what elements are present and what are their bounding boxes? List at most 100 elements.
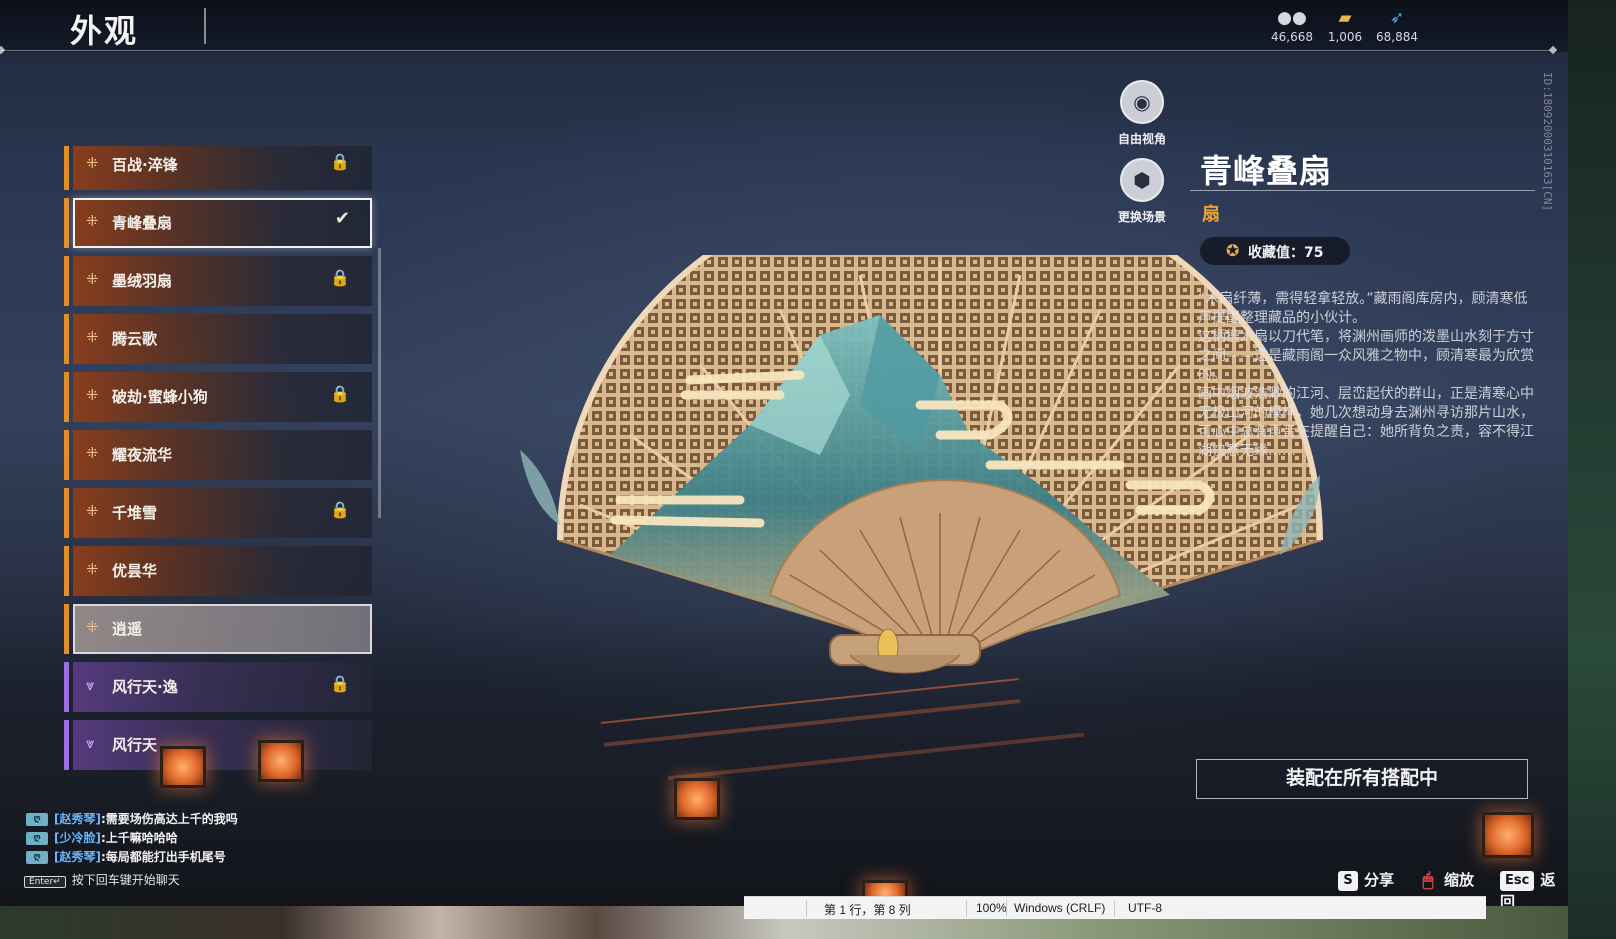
appearance-item[interactable]: ⁜ 墨绒羽扇 🔒 — [64, 256, 372, 306]
title-separator — [204, 8, 206, 44]
chat-enter-hint[interactable]: Enter↵ 按下回车键开始聊天 — [24, 871, 180, 888]
item-type: 扇 — [1202, 204, 1220, 225]
rarity-bar — [64, 314, 69, 364]
rarity-icon: ⩔ — [86, 734, 95, 752]
rarity-icon: ⁜ — [86, 270, 99, 288]
rarity-icon: ⁜ — [86, 154, 99, 172]
chat-line: ღ [少冷脸]:上千嘛哈哈哈 — [26, 829, 178, 847]
status-divider — [966, 900, 967, 917]
rarity-bar — [64, 146, 69, 190]
item-name: 青峰叠扇 — [112, 214, 173, 232]
rarity-bar — [64, 546, 69, 596]
ticket-icon: ▰ — [1338, 8, 1352, 28]
appearance-item[interactable]: ⁜ 耀夜流华 — [64, 430, 372, 480]
appearance-item[interactable]: ⩔ 风行天 — [64, 720, 372, 770]
desc-paragraph: 画中烟波浩渺的江河、层峦起伏的群山，正是清寒心中无极山河的模样，她几次想动身去渊… — [1198, 386, 1534, 459]
chat-message: 每局都能打出手机尾号 — [105, 850, 226, 864]
share-hotkey[interactable]: S 分享 — [1338, 869, 1394, 891]
title-underline — [1190, 190, 1535, 191]
currency-feather: ➶ 68,884 — [1367, 8, 1427, 44]
status-divider — [1114, 900, 1115, 917]
item-name: 墨绒羽扇 — [112, 272, 173, 290]
background-window-edge — [1568, 0, 1616, 939]
enter-key-icon: Enter↵ — [24, 876, 66, 888]
appearance-item[interactable]: ⁜ 青峰叠扇 ✔ — [64, 198, 372, 248]
appearance-item[interactable]: ⁜ 腾云歌 — [64, 314, 372, 364]
top-divider — [0, 50, 1554, 51]
chat-line: ღ [赵秀琴]:每局都能打出手机尾号 — [26, 848, 226, 866]
zoom-hotkey[interactable]: 🖱 缩放 — [1418, 869, 1474, 891]
rarity-bar — [64, 256, 69, 306]
chat-sender[interactable]: [赵秀琴] — [54, 812, 101, 826]
check-icon: ✔ — [334, 208, 350, 229]
channel-icon: ღ — [26, 832, 48, 845]
share-label: 分享 — [1364, 871, 1395, 889]
back-hotkey[interactable]: Esc 返回 — [1500, 869, 1568, 906]
appearance-item[interactable]: ⁜ 优昙华 — [64, 546, 372, 596]
chat-line: ღ [赵秀琴]:需要场伤高达上千的我吗 — [26, 810, 238, 828]
item-name: 千堆雪 — [112, 504, 158, 522]
rarity-icon: ⁜ — [86, 618, 99, 636]
equip-all-button[interactable]: 装配在所有搭配中 — [1196, 759, 1528, 799]
item-name: 腾云歌 — [112, 330, 158, 348]
item-name: 百战·淬锋 — [112, 156, 178, 174]
player-id: ID:1809200031016З[CN] — [1541, 72, 1554, 212]
appearance-item[interactable]: ⁜ 百战·淬锋 🔒 — [64, 146, 372, 190]
chat-sender[interactable]: [少冷脸] — [54, 831, 101, 845]
item-name: 风行天·逸 — [112, 678, 178, 696]
free-view-button[interactable]: ◉ 自由视角 — [1112, 80, 1172, 147]
rarity-bar — [64, 198, 69, 248]
rarity-bar — [64, 604, 69, 654]
appearance-item[interactable]: ⩔ 风行天·逸 🔒 — [64, 662, 372, 712]
zoom-level: 100% — [976, 901, 1007, 915]
cursor-position: 第 1 行，第 8 列 — [824, 903, 911, 917]
change-scene-button[interactable]: ⬢ 更换场景 — [1112, 158, 1172, 225]
currency-ticket: ▰ 1,006 — [1315, 8, 1375, 44]
rarity-bar — [64, 662, 69, 712]
item-name: 耀夜流华 — [112, 446, 173, 464]
coin-icon: ●● — [1277, 8, 1307, 28]
chat-message: 需要场伤高达上千的我吗 — [105, 812, 238, 826]
rarity-icon: ⁜ — [86, 560, 99, 578]
lantern — [160, 746, 206, 788]
top-bar: 外观 ●● 46,668 ▰ 1,006 ➶ 68,884 — [0, 0, 1568, 52]
collection-value: 收藏值：75 — [1248, 245, 1324, 261]
rarity-bar — [64, 720, 69, 770]
lock-icon: 🔒 — [330, 500, 350, 519]
camera-icon: ◉ — [1120, 80, 1164, 124]
lantern — [674, 778, 720, 820]
file-encoding: UTF-8 — [1128, 901, 1162, 915]
lock-icon: 🔒 — [330, 152, 350, 171]
rarity-icon: ⩔ — [86, 676, 95, 694]
rarity-icon: ⁜ — [86, 386, 99, 404]
lantern — [258, 740, 304, 782]
channel-icon: ღ — [26, 813, 48, 826]
appearance-item[interactable]: ⁜ 千堆雪 🔒 — [64, 488, 372, 538]
lock-icon: 🔒 — [330, 674, 350, 693]
item-name: 优昙华 — [112, 562, 158, 580]
item-description: “木扇纤薄，需得轻拿轻放。”藏雨阁库房内，顾清寒低声提醒整理藏品的小伙计。 这柄… — [1198, 290, 1534, 461]
appearance-item[interactable]: ⁜ 逍遥 — [64, 604, 372, 654]
status-divider — [806, 900, 807, 917]
status-divider — [1006, 900, 1007, 917]
appearance-item[interactable]: ⁜ 破劫·蜜蜂小狗 🔒 — [64, 372, 372, 422]
key-s: S — [1338, 870, 1358, 891]
lock-icon: 🔒 — [330, 384, 350, 403]
currency-value: 1,006 — [1327, 30, 1363, 44]
channel-icon: ღ — [26, 851, 48, 864]
desc-paragraph: “木扇纤薄，需得轻拿轻放。”藏雨阁库房内，顾清寒低声提醒整理藏品的小伙计。 — [1198, 291, 1528, 326]
item-name: 逍遥 — [112, 620, 143, 638]
item-name: 风行天 — [112, 736, 158, 754]
chat-sender[interactable]: [赵秀琴] — [54, 850, 101, 864]
chat-hint-text: 按下回车键开始聊天 — [71, 873, 180, 887]
rarity-bar — [64, 430, 69, 480]
currency-value: 46,668 — [1271, 30, 1313, 44]
mouse-icon: 🖱 — [1422, 869, 1434, 891]
appearance-list[interactable]: ⁜ 百战·淬锋 🔒 ⁜ 青峰叠扇 ✔ ⁜ 墨绒羽扇 🔒 ⁜ 腾云歌 ⁜ 破劫·蜜蜂小狗 🔒 ⁜ 耀夜流华 ⁜ 千堆… — [64, 146, 384, 776]
currency-value: 68,884 — [1376, 30, 1418, 44]
game-viewport: 外观 ●● 46,668 ▰ 1,006 ➶ 68,884 ID:1809200… — [0, 0, 1568, 906]
lantern — [1482, 812, 1534, 858]
rarity-icon: ⁜ — [86, 328, 99, 346]
item-title: 青峰叠扇 — [1200, 152, 1333, 190]
list-scrollbar[interactable] — [378, 248, 381, 518]
